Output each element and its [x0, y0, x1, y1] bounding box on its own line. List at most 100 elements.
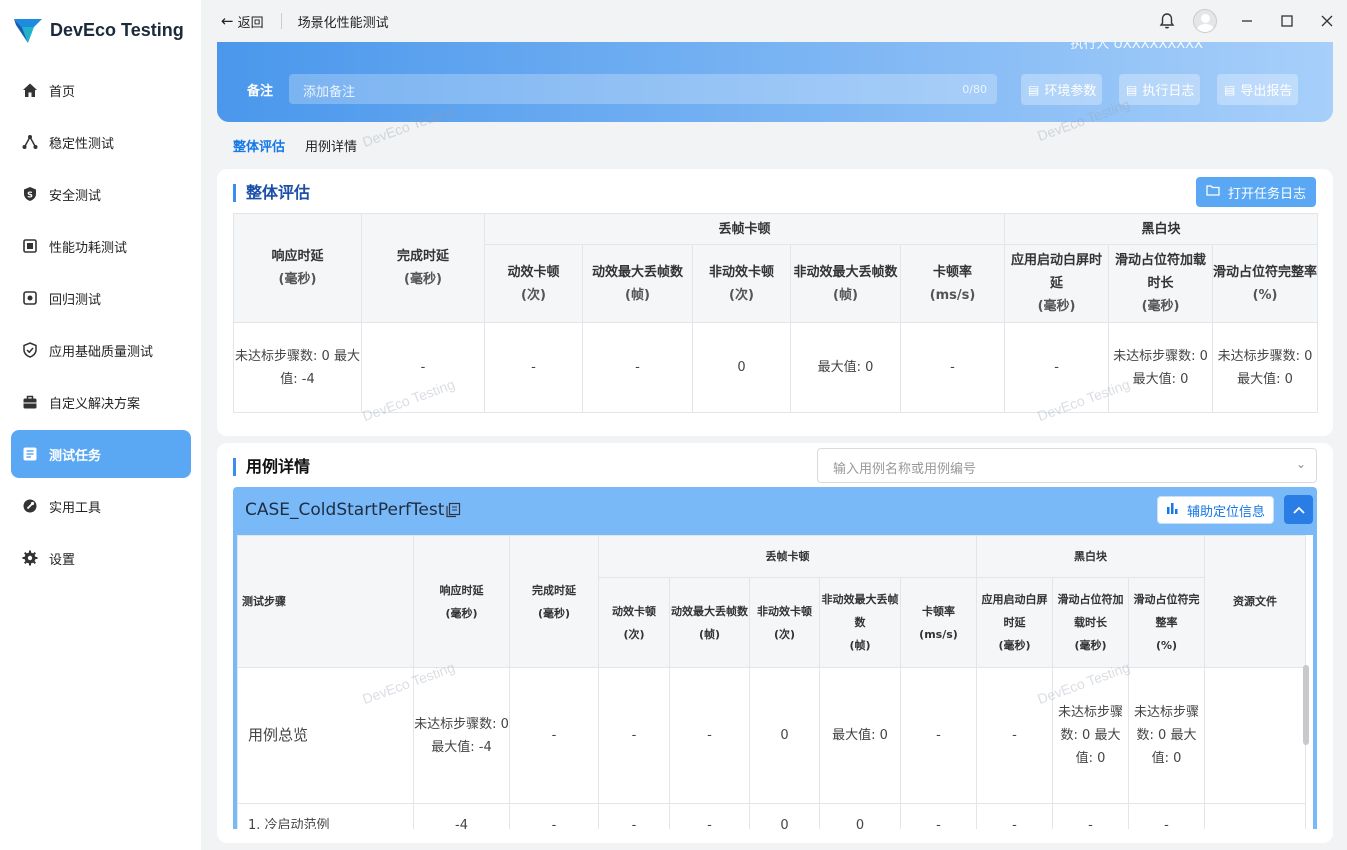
- table-row: 用例总览 未达标步骤数: 0 最大值: -4 - - - 0 最大值: 0 - …: [237, 667, 1307, 804]
- col-header: 非动效卡顿 (次): [749, 577, 820, 668]
- table-cell: [1204, 667, 1307, 804]
- maximize-icon[interactable]: [1267, 0, 1307, 42]
- col-header: 滑动占位符加载时长 (毫秒): [1052, 577, 1129, 668]
- result-tabs: 整体评估 用例详情: [233, 136, 377, 155]
- sidebar-item-label: 性能功耗测试: [49, 240, 128, 256]
- col-header: 完成时延 (毫秒): [509, 535, 599, 668]
- chevron-down-icon: ⌄: [1295, 457, 1306, 471]
- table-cell: -: [361, 322, 485, 413]
- aux-locate-button[interactable]: 辅助定位信息: [1156, 496, 1274, 524]
- table-cell: 未达标步骤数: 0 最大值: 0: [1127, 667, 1206, 804]
- sidebar-item-tasks[interactable]: 测试任务: [11, 430, 191, 478]
- col-header: 滑动占位符完整率 (%): [1127, 577, 1206, 668]
- col-header: 应用启动白屏时延 (毫秒): [1004, 244, 1110, 323]
- col-header: 响应时延 (毫秒): [413, 535, 510, 668]
- table-cell: -4: [413, 803, 510, 829]
- table-cell: -: [1052, 803, 1129, 829]
- executor-info: 执行人 UXXXXXXXXX: [1070, 42, 1203, 52]
- folder-icon: [1206, 184, 1220, 200]
- sidebar-item-regression[interactable]: 回归测试: [11, 274, 191, 322]
- sidebar: DevEco Testing 首页 稳定性测试 S 安全测试 性能功耗测试 回归…: [0, 0, 201, 850]
- notification-bell-icon[interactable]: [1147, 0, 1187, 42]
- app-logo: DevEco Testing: [0, 0, 201, 60]
- table-cell: [1204, 803, 1307, 829]
- table-cell: 0: [692, 322, 791, 413]
- tab-case-detail[interactable]: 用例详情: [305, 136, 357, 155]
- sidebar-item-quality[interactable]: 应用基础质量测试: [11, 326, 191, 374]
- sidebar-item-performance[interactable]: 性能功耗测试: [11, 222, 191, 270]
- regression-icon: [21, 289, 39, 307]
- sidebar-item-security[interactable]: S 安全测试: [11, 170, 191, 218]
- task-list-icon: [21, 445, 39, 463]
- table-cell: 最大值: 0: [819, 667, 901, 804]
- remark-input[interactable]: 添加备注 0/80: [289, 74, 997, 104]
- avatar[interactable]: [1193, 9, 1217, 33]
- home-icon: [21, 81, 39, 99]
- back-label: 返回: [237, 15, 264, 31]
- table-cell: 0: [749, 803, 820, 829]
- col-header: 动效卡顿 (次): [598, 577, 670, 668]
- collapse-button[interactable]: [1284, 495, 1313, 524]
- table-cell: 0: [819, 803, 901, 829]
- table-cell: -: [976, 667, 1053, 804]
- copy-icon[interactable]: [445, 502, 461, 518]
- table-cell: 未达标步骤数: 0 最大值: -4: [413, 667, 510, 804]
- close-icon[interactable]: [1307, 0, 1347, 42]
- table-cell: -: [1127, 803, 1206, 829]
- case-table-container: 测试步骤 响应时延 (毫秒) 完成时延 (毫秒) 丢帧卡顿 黑白块 资源文件 动效卡…: [233, 535, 1317, 829]
- sidebar-item-stability[interactable]: 稳定性测试: [11, 118, 191, 166]
- export-report-button[interactable]: ▤ 导出报告: [1217, 74, 1299, 105]
- case-table: 测试步骤 响应时延 (毫秒) 完成时延 (毫秒) 丢帧卡顿 黑白块 资源文件 动效卡…: [237, 535, 1307, 829]
- tab-overall[interactable]: 整体评估: [233, 136, 285, 155]
- env-params-button[interactable]: ▤ 环境参数: [1021, 74, 1103, 105]
- remark-label: 备注: [247, 84, 274, 99]
- bar-chart-icon: [1166, 502, 1179, 518]
- case-search-input[interactable]: 输入用例名称或用例编号 ⌄: [817, 448, 1317, 483]
- col-header: 响应时延 (毫秒): [233, 213, 362, 323]
- vertical-scrollbar[interactable]: [1303, 665, 1309, 745]
- col-header: 非动效最大丢帧数 (帧): [819, 577, 901, 668]
- quality-icon: [21, 341, 39, 359]
- exec-log-button[interactable]: ▤ 执行日志: [1119, 74, 1201, 105]
- table-cell: 未达标步骤数: 0 最大值: 0: [1108, 322, 1214, 413]
- table-cell: -: [509, 667, 599, 804]
- sidebar-item-home[interactable]: 首页: [11, 66, 191, 114]
- table-cell: -: [669, 803, 750, 829]
- open-task-log-button[interactable]: 打开任务日志: [1195, 177, 1316, 207]
- sidebar-item-label: 回归测试: [49, 292, 102, 308]
- sidebar-item-settings[interactable]: 设置: [11, 534, 191, 582]
- table-cell: -: [900, 803, 977, 829]
- sidebar-item-custom[interactable]: 自定义解决方案: [11, 378, 191, 426]
- app-name: DevEco Testing: [50, 19, 184, 40]
- table-cell: 未达标步骤数: 0 最大值: 0: [1052, 667, 1129, 804]
- export-report-label: 导出报告: [1240, 84, 1293, 99]
- table-cell: -: [669, 667, 750, 804]
- col-header: 完成时延 (毫秒): [361, 213, 485, 323]
- table-cell: -: [976, 803, 1053, 829]
- sidebar-item-label: 首页: [49, 84, 76, 100]
- sidebar-item-label: 自定义解决方案: [49, 396, 141, 412]
- sidebar-item-label: 稳定性测试: [49, 136, 115, 152]
- sidebar-item-tools[interactable]: 实用工具: [11, 482, 191, 530]
- chevron-up-icon: [1292, 506, 1305, 514]
- divider: [280, 13, 282, 29]
- export-file-icon: ▤: [1224, 82, 1236, 97]
- table-cell: 未达标步骤数: 0 最大值: 0: [1212, 322, 1319, 413]
- table-cell: 未达标步骤数: 0 最大值: -4: [233, 322, 362, 413]
- deveco-logo-icon: [14, 19, 42, 43]
- overall-title: 整体评估: [233, 184, 310, 202]
- svg-text:S: S: [27, 191, 33, 200]
- table-cell: 0: [749, 667, 820, 804]
- log-file-icon: ▤: [1126, 82, 1138, 97]
- step-col-header: 测试步骤: [237, 535, 414, 668]
- table-cell: -: [1004, 322, 1110, 413]
- table-cell: -: [484, 322, 583, 413]
- back-button[interactable]: ← 返回: [221, 12, 264, 31]
- sidebar-item-label: 实用工具: [49, 500, 102, 516]
- case-name: CASE_ColdStartPerfTest: [245, 500, 445, 520]
- table-cell: -: [900, 667, 977, 804]
- window-controls: [1147, 0, 1347, 42]
- arrow-left-icon: ←: [221, 12, 234, 30]
- col-header: 滑动占位符完整率 (%): [1212, 244, 1319, 323]
- minimize-icon[interactable]: [1227, 0, 1267, 42]
